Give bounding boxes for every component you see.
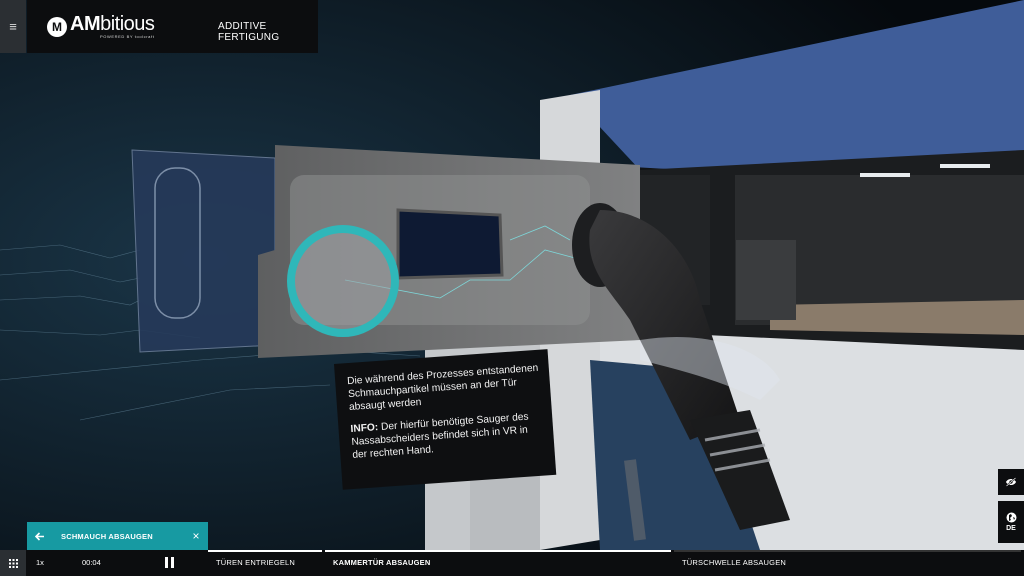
timeline-step-2-progress	[325, 550, 671, 552]
back-button[interactable]	[27, 522, 53, 550]
ambitious-logo: M AMbitious POWERED BY toolcraft	[47, 13, 155, 39]
machine-scene	[0, 0, 1024, 576]
timeline-step-3-label: TÜRSCHWELLE ABSAUGEN	[682, 558, 787, 567]
timeline-step-1-progress	[208, 550, 322, 552]
logo-subtitle: POWERED BY toolcraft	[100, 34, 155, 39]
pause-button[interactable]	[165, 557, 174, 568]
current-step-card: SCHMAUCH ABSAUGEN ×	[27, 522, 208, 550]
language-button[interactable]: DE	[998, 501, 1024, 543]
instruction-info: INFO: Der hierfür benötigte Sauger des N…	[350, 411, 529, 461]
playback-speed-button[interactable]: 1x	[36, 558, 44, 567]
playback-time: 00:04	[82, 558, 101, 567]
language-label: DE	[1006, 525, 1016, 532]
timeline-step-2[interactable]: KAMMERTÜR ABSAUGEN	[325, 550, 674, 576]
logo-mark: M	[47, 16, 67, 37]
timeline-step-3[interactable]: TÜRSCHWELLE ABSAUGEN	[674, 550, 1024, 576]
globe-icon	[1006, 512, 1016, 523]
section-title: ADDITIVE FERTIGUNG	[218, 21, 280, 43]
eye-off-icon	[1005, 477, 1017, 487]
pause-icon	[165, 557, 168, 568]
step-title: SCHMAUCH ABSAUGEN	[61, 531, 153, 541]
arrow-left-icon	[35, 531, 44, 541]
timeline-step-1-label: TÜREN ENTRIEGELN	[216, 558, 296, 567]
playback-bar: 1x 00:04 TÜREN ENTRIEGELN KAMMERTÜR ABSA…	[0, 550, 1024, 576]
timeline-step-3-progress	[674, 550, 1021, 552]
hamburger-icon: ≡	[9, 19, 17, 34]
app-header: M AMbitious POWERED BY toolcraft ADDITIV…	[27, 0, 318, 53]
visibility-toggle-button[interactable]	[998, 469, 1024, 495]
logo-word: AMbitious	[70, 13, 155, 35]
step-timeline: TÜREN ENTRIEGELN KAMMERTÜR ABSAUGEN TÜRS…	[208, 550, 1024, 576]
grid-icon	[8, 558, 18, 568]
close-button[interactable]: ×	[184, 522, 208, 550]
instruction-panel: Die während des Prozesses entstandenen S…	[334, 349, 557, 490]
timeline-step-1[interactable]: TÜREN ENTRIEGELN	[208, 550, 325, 576]
timeline-step-2-label: KAMMERTÜR ABSAUGEN	[333, 558, 431, 567]
overview-button[interactable]	[0, 550, 26, 576]
instruction-text: Die während des Prozesses entstandenen S…	[346, 362, 539, 414]
menu-button[interactable]: ≡	[0, 0, 26, 53]
